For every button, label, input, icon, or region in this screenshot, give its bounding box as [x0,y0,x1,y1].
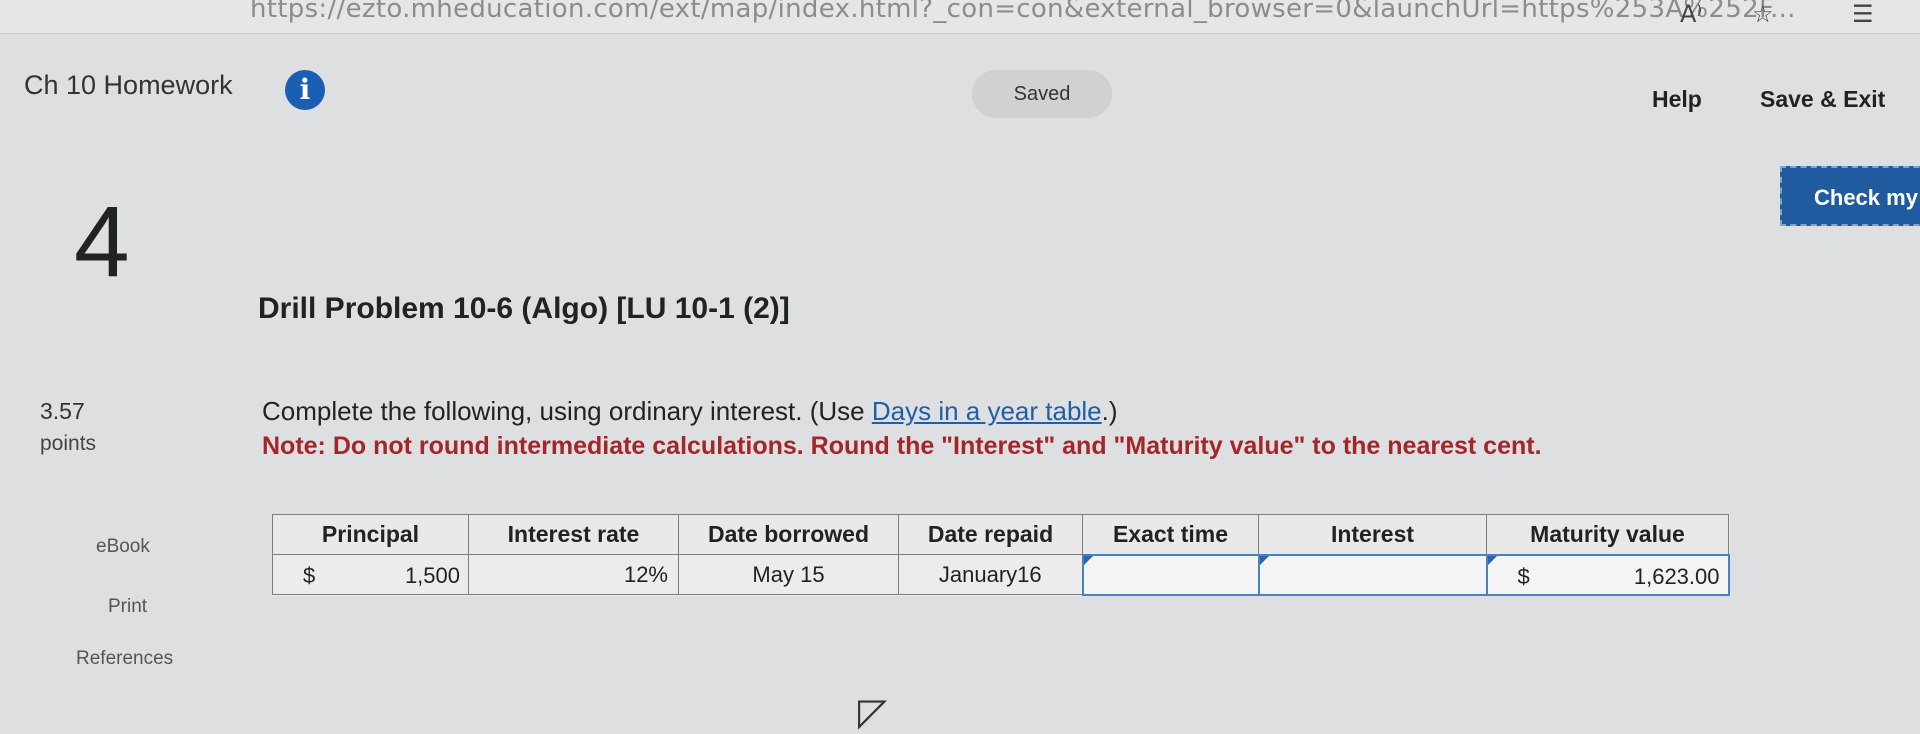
principal-value: 1,500 [404,563,460,588]
header-exact-time: Exact time [1082,514,1259,555]
instruction-suffix: .) [1101,396,1118,426]
maturity-currency-symbol: $ [1517,563,1530,589]
header-interest: Interest [1258,514,1487,555]
instruction-prefix: Complete the following, using ordinary i… [262,396,872,426]
question-instruction: Complete the following, using ordinary i… [262,396,1118,427]
save-exit-button[interactable]: Save & Exit [1760,86,1885,113]
header-date-repaid: Date repaid [898,514,1083,555]
principal-cell: $ 1,500 [272,554,469,595]
assignment-title: Ch 10 Homework [24,70,233,100]
table-row: $ 1,500 12% May 15 January16 $ 1,623.00 [272,553,1730,596]
points-label: points [40,432,97,455]
read-aloud-icon[interactable]: A⁾ [1680,0,1702,28]
references-link[interactable]: References [76,648,173,670]
rounding-note: Note: Do not round intermediate calculat… [262,432,1542,460]
header-principal: Principal [272,514,469,555]
interest-rate-cell: 12% [468,554,679,595]
print-link[interactable]: Print [108,596,147,618]
info-icon[interactable]: i [285,70,325,110]
input-marker-icon [1259,555,1269,565]
help-button[interactable]: Help [1652,86,1702,113]
maturity-value-input[interactable]: $ 1,623.00 [1485,553,1730,596]
maturity-value: 1,623.00 [1633,563,1720,589]
interest-input[interactable] [1257,553,1488,596]
browser-address-bar[interactable]: https://ezto.mheducation.com/ext/map/ind… [0,0,1920,34]
saved-status-badge: Saved [972,70,1112,118]
date-repaid-cell: January16 [898,554,1083,595]
add-favorite-icon[interactable]: ☆ [1752,0,1774,28]
url-text[interactable]: https://ezto.mheducation.com/ext/map/ind… [250,0,1796,24]
date-borrowed-cell: May 15 [678,554,899,595]
header-maturity-value: Maturity value [1486,514,1729,555]
table-header-row: Principal Interest rate Date borrowed Da… [272,514,1729,555]
assignment-header: Ch 10 Homework i Saved Help Save & Exit [0,34,1920,134]
favorites-icon[interactable]: ☰ [1852,0,1874,28]
input-marker-icon [1083,555,1093,565]
principal-currency-symbol: $ [303,563,316,588]
question-number: 4 [74,186,130,298]
check-my-work-button[interactable]: Check my work [1780,166,1920,226]
days-in-year-table-link[interactable]: Days in a year table [872,396,1102,426]
problem-table: Principal Interest rate Date borrowed Da… [272,514,1730,596]
header-interest-rate: Interest rate [468,514,679,555]
exact-time-input[interactable] [1081,553,1260,596]
input-marker-icon [1487,555,1497,565]
question-title: Drill Problem 10-6 (Algo) [LU 10-1 (2)] [258,292,790,325]
points-value: 3.57 [40,398,85,424]
ebook-link[interactable]: eBook [96,536,150,558]
mouse-cursor-icon: ◸ [858,690,888,734]
header-date-borrowed: Date borrowed [678,514,899,555]
